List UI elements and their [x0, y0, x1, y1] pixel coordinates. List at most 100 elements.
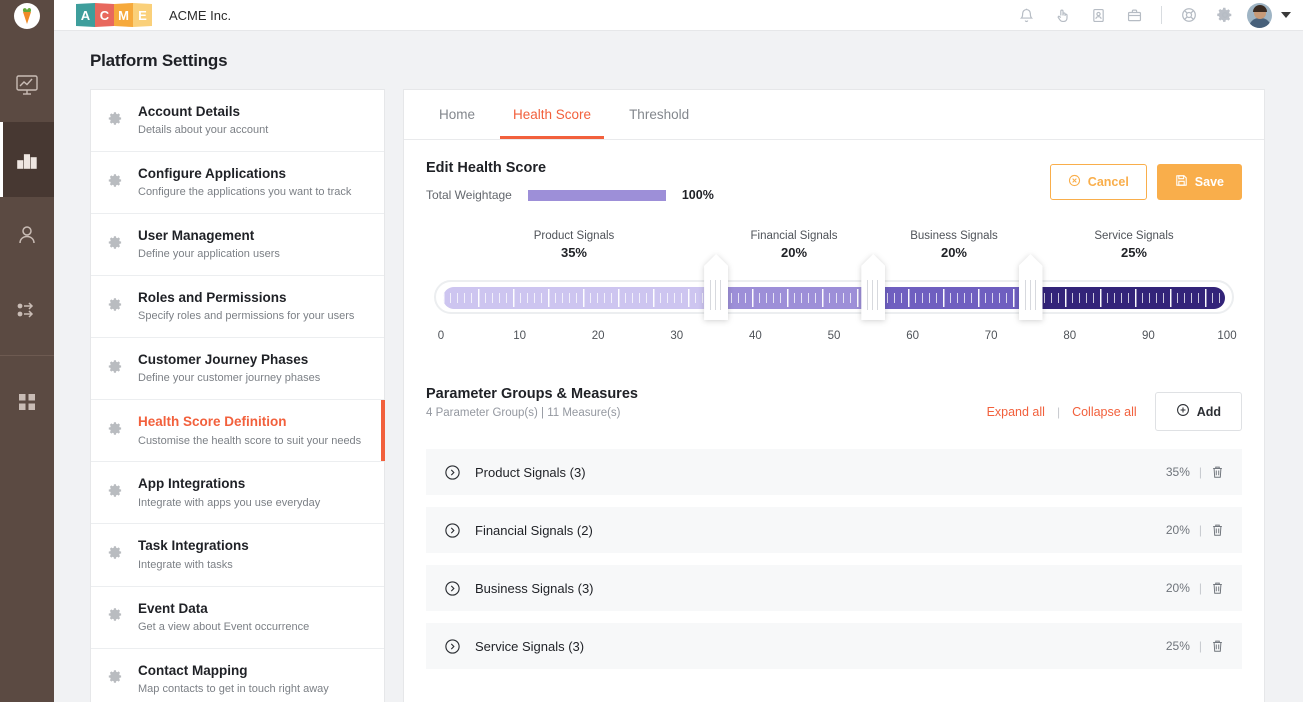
chevron-right-circle-icon[interactable]	[444, 580, 461, 597]
sidebar-item-roles-and-permissions[interactable]: Roles and Permissions Specify roles and …	[91, 276, 384, 339]
app-root: A C M E ACME Inc. Platform Settings Acco…	[0, 0, 1303, 702]
group-name: Business Signals (3)	[475, 580, 594, 596]
segment-label: Business Signals 20%	[910, 230, 998, 260]
rail-item-apps[interactable]	[0, 364, 54, 439]
acme-logo: A C M E	[76, 3, 152, 27]
tab-threshold[interactable]: Threshold	[616, 90, 702, 139]
total-weightage-label: Total Weightage	[426, 188, 512, 202]
table-row[interactable]: Service Signals (3) 25% |	[426, 623, 1242, 669]
table-row[interactable]: Financial Signals (2) 20% |	[426, 507, 1242, 553]
page: Platform Settings Account Details Detail…	[54, 31, 1303, 702]
chevron-right-circle-icon[interactable]	[444, 638, 461, 655]
contact-card-icon[interactable]	[1080, 0, 1116, 31]
setting-subtitle: Details about your account	[138, 124, 269, 137]
cancel-button[interactable]: Cancel	[1049, 164, 1147, 200]
actions-separator: |	[1056, 404, 1061, 419]
trash-icon[interactable]	[1211, 465, 1224, 479]
chevron-right-circle-icon[interactable]	[444, 464, 461, 481]
setting-title: Customer Journey Phases	[138, 352, 309, 368]
axis-tick-label: 70	[984, 330, 998, 342]
slider-track	[443, 287, 1225, 309]
setting-subtitle: Customise the health score to suit your …	[138, 434, 362, 447]
avatar[interactable]	[1247, 2, 1272, 28]
axis-tick-label: 90	[1141, 330, 1155, 342]
sidebar-item-event-data[interactable]: Event Data Get a view about Event occurr…	[91, 587, 384, 649]
floppy-disk-icon	[1175, 174, 1188, 190]
trash-icon[interactable]	[1211, 523, 1224, 537]
tab-bar: Home Health Score Threshold	[404, 90, 1264, 140]
axis-tick-label: 60	[906, 330, 919, 342]
save-label: Save	[1194, 175, 1224, 189]
logo-letter-m: M	[114, 3, 133, 27]
collapse-all-link[interactable]: Collapse all	[1072, 405, 1137, 419]
settings-list: Account Details Details about your accou…	[90, 89, 385, 702]
chevron-down-icon[interactable]	[1281, 12, 1291, 18]
slider-handle[interactable]	[704, 254, 729, 320]
weightage-slider[interactable]: Product Signals 35% Financial Signals 20% Bu…	[434, 230, 1237, 360]
company-name: ACME Inc.	[169, 7, 232, 23]
setting-subtitle: Get a view about Event occurrence	[138, 620, 310, 633]
plus-circle-icon	[1176, 403, 1190, 420]
rail-item-analytics[interactable]	[0, 47, 54, 122]
gear-icon[interactable]	[1207, 0, 1243, 31]
parameter-groups-title: Parameter Groups & Measures	[426, 386, 638, 402]
gear-icon	[107, 110, 124, 132]
bell-icon[interactable]	[1008, 0, 1044, 31]
carrot-logo-icon	[14, 2, 40, 29]
expand-all-link[interactable]: Expand all	[987, 405, 1045, 419]
parameter-group-list: Product Signals (3) 35% | Financial Sign…	[426, 449, 1242, 669]
table-row[interactable]: Business Signals (3) 20% |	[426, 565, 1242, 611]
row-separator: |	[1198, 581, 1202, 595]
tab-home[interactable]: Home	[426, 90, 488, 139]
briefcase-icon[interactable]	[1116, 0, 1152, 31]
sidebar-item-health-score-definition[interactable]: Health Score Definition Customise the he…	[91, 400, 385, 463]
person-icon	[14, 222, 40, 248]
setting-subtitle: Integrate with tasks	[138, 558, 233, 571]
setting-title: Health Score Definition	[138, 414, 287, 430]
bar-chart-icon	[14, 147, 40, 173]
sidebar-item-app-integrations[interactable]: App Integrations Integrate with apps you…	[91, 462, 384, 525]
group-name: Product Signals (3)	[475, 464, 586, 480]
axis-tick-label: 30	[670, 330, 684, 342]
add-button[interactable]: Add	[1154, 392, 1242, 431]
rail-item-workflows[interactable]	[0, 272, 54, 347]
setting-subtitle: Specify roles and permissions for your u…	[138, 310, 355, 323]
slider-segment	[873, 287, 1030, 309]
save-button[interactable]: Save	[1156, 164, 1242, 200]
sidebar-item-configure-applications[interactable]: Configure Applications Configure the app…	[91, 152, 384, 215]
segment-value: 20%	[940, 245, 968, 260]
sidebar-item-task-integrations[interactable]: Task Integrations Integrate with tasks	[91, 524, 384, 587]
total-weightage-value: 100%	[681, 188, 714, 202]
sidebar-item-customer-journey-phases[interactable]: Customer Journey Phases Define your cust…	[91, 338, 384, 401]
rail-item-customers[interactable]	[0, 197, 54, 272]
analytics-monitor-icon	[14, 72, 40, 98]
rail-item-reports[interactable]	[0, 122, 54, 197]
group-weight: 20%	[1165, 523, 1190, 537]
top-bar: A C M E ACME Inc.	[54, 0, 1303, 31]
table-row[interactable]: Product Signals (3) 35% |	[426, 449, 1242, 495]
gear-icon	[107, 544, 124, 566]
group-name: Service Signals (3)	[475, 638, 585, 654]
segment-label: Financial Signals 20%	[751, 230, 838, 260]
rail-divider	[0, 355, 54, 356]
logo-letter-e: E	[133, 3, 152, 27]
setting-title: User Management	[138, 228, 255, 244]
setting-subtitle: Define your customer journey phases	[138, 372, 321, 385]
segment-value: 20%	[780, 245, 808, 260]
segment-name: Financial Signals	[750, 230, 838, 242]
sidebar-item-account-details[interactable]: Account Details Details about your accou…	[91, 90, 384, 153]
page-section-title: Edit Health Score	[426, 160, 547, 176]
total-weightage-progress	[527, 189, 666, 201]
trash-icon[interactable]	[1211, 581, 1224, 595]
tab-health-score[interactable]: Health Score	[500, 90, 605, 139]
chevron-right-circle-icon[interactable]	[444, 522, 461, 539]
axis-tick-label: 80	[1063, 330, 1077, 342]
slider-handle[interactable]	[861, 254, 886, 320]
hand-pointer-icon[interactable]	[1044, 0, 1080, 31]
sidebar-item-contact-mapping[interactable]: Contact Mapping Map contacts to get in t…	[91, 649, 384, 702]
slider-handle[interactable]	[1018, 254, 1043, 320]
trash-icon[interactable]	[1211, 639, 1224, 653]
lifebuoy-icon[interactable]	[1171, 0, 1207, 31]
sidebar-item-user-management[interactable]: User Management Define your application …	[91, 214, 384, 277]
setting-title: Task Integrations	[138, 538, 249, 554]
